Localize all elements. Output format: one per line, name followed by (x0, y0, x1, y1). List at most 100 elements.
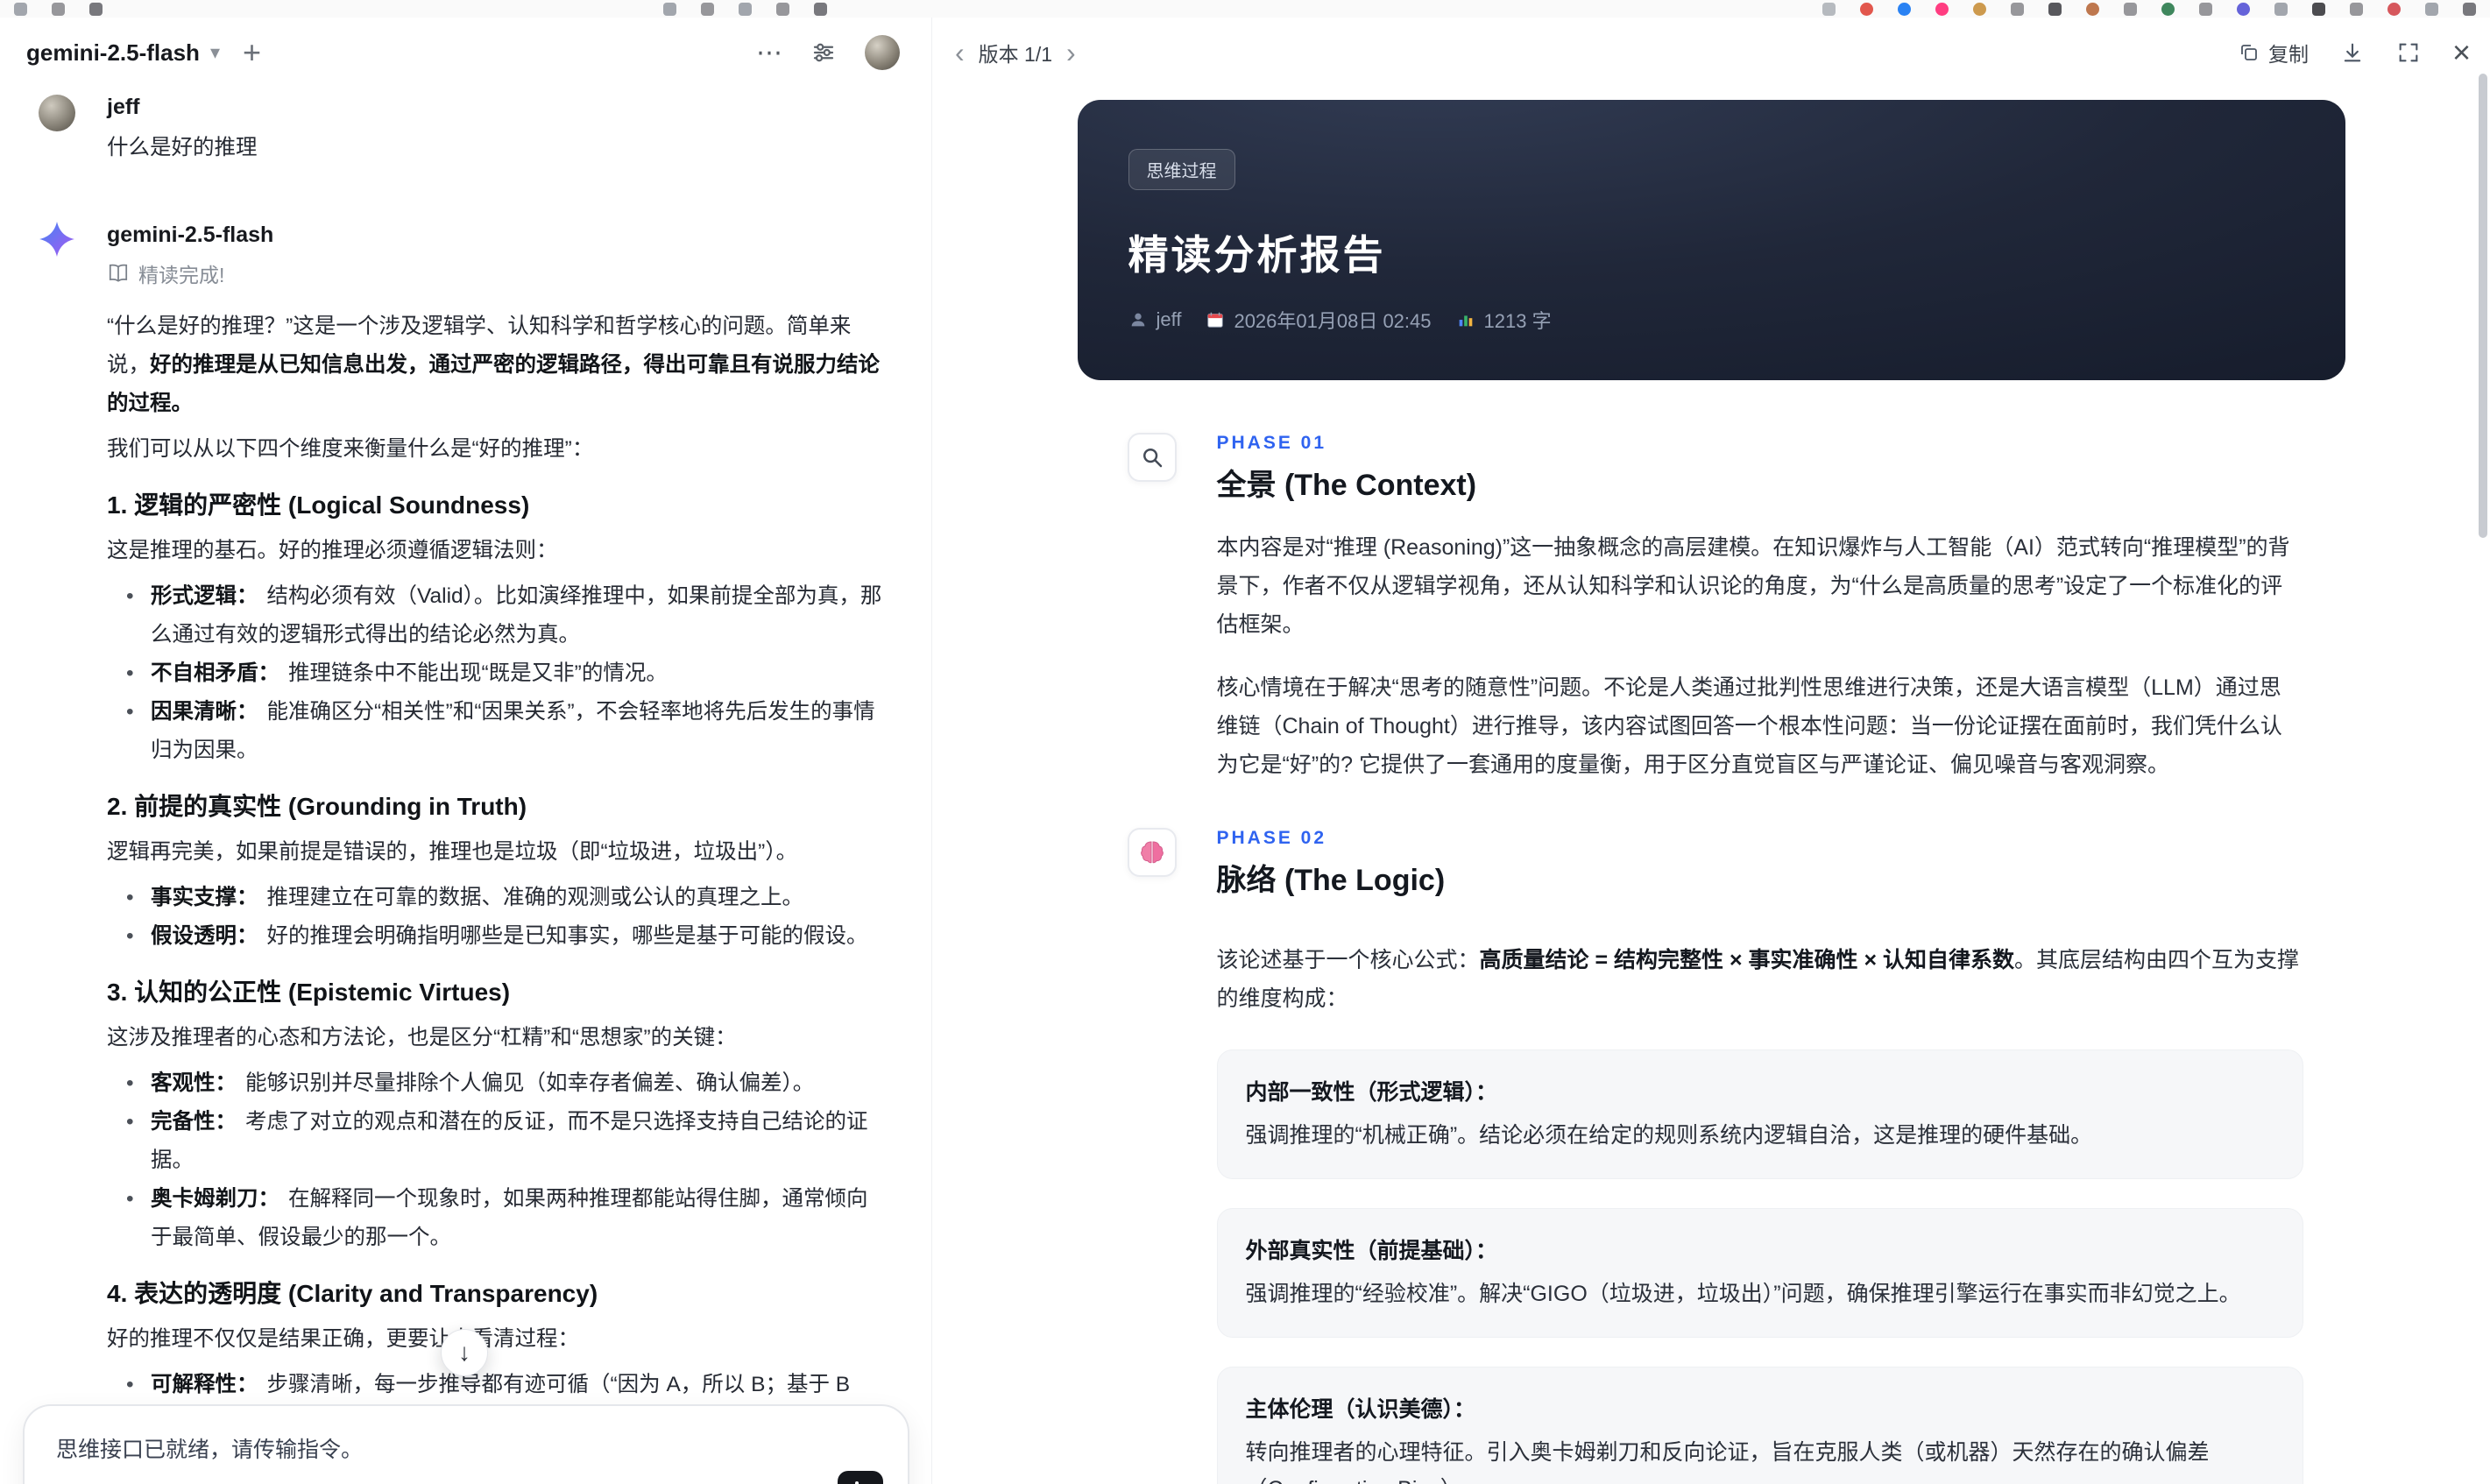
message-composer[interactable]: 思维接口已就绪，请传输指令。 + (23, 1404, 909, 1484)
model-name: gemini-2.5-flash (26, 39, 200, 66)
menubar-status-icon[interactable] (2048, 2, 2062, 16)
meta-word-count: 1213 字 (1456, 306, 1552, 334)
bullet-list: 事实支撑：推理建立在可靠的数据、准确的观测或公认的真理之上。 假设透明：好的推理… (107, 879, 883, 956)
copy-button[interactable]: 复制 (2239, 38, 2309, 67)
menubar-status-icon[interactable] (2425, 2, 2438, 16)
menubar-app-icon[interactable] (739, 2, 752, 16)
menubar-app-icon[interactable] (776, 2, 789, 16)
list-item: 因果清晰：能准确区分“相关性”和“因果关系”，不会轻率地将先后发生的事情归为因果… (107, 693, 883, 770)
user-message: jeff 什么是好的推理 (39, 95, 905, 161)
menubar-status-icon[interactable] (1860, 2, 1873, 16)
search-icon (1142, 449, 1162, 468)
system-menubar (0, 0, 2490, 18)
menubar-status-icon[interactable] (2199, 2, 2212, 16)
book-icon (109, 264, 128, 282)
paragraph: 这是推理的基石。好的推理必须遵循逻辑法则： (107, 539, 558, 562)
report-title: 精读分析报告 (1128, 232, 1386, 278)
menubar-status-icon[interactable] (2387, 2, 2401, 16)
menubar-status-icon[interactable] (1973, 2, 1986, 16)
paragraph: “什么是好的推理？”这是一个涉及逻辑学、认知科学和哲学核心的问题。简单来说，好的… (107, 314, 880, 415)
user-avatar[interactable] (865, 35, 900, 70)
version-label: 版本 1/1 (978, 43, 1053, 66)
dimension-card: 内部一致性（形式逻辑）： 强调推理的“机械正确”。结论必须在给定的规则系统内逻辑… (1216, 1049, 2303, 1179)
report-meta: jeff 2026年01月08日 02:45 1213 字 (1128, 306, 2295, 334)
meta-date: 2026年01月08日 02:45 (1206, 306, 1432, 334)
menubar-status-icon[interactable] (2086, 2, 2099, 16)
download-button[interactable] (2340, 40, 2365, 65)
list-item: 不自相矛盾：推理链条中不能出现“既是又非”的情况。 (107, 654, 883, 693)
menubar-status-icon[interactable] (1898, 2, 1911, 16)
window-scrollbar[interactable] (2479, 74, 2487, 538)
menubar-status-icon[interactable] (2011, 2, 2024, 16)
section-heading: 3. 认知的公正性 (Epistemic Virtues) (107, 979, 511, 1006)
menubar-middle (663, 2, 827, 16)
list-item: 形式逻辑：结构必须有效（Valid）。比如演绎推理中，如果前提全部为真，那么通过… (107, 577, 883, 654)
prev-version-button[interactable]: ‹ (955, 39, 965, 67)
next-version-button[interactable]: › (1066, 39, 1076, 67)
close-button[interactable]: × (2452, 37, 2471, 68)
person-icon (1131, 313, 1144, 327)
menubar-app-icon[interactable] (701, 2, 714, 16)
menubar-app-icon[interactable] (814, 2, 827, 16)
paragraph: 这涉及推理者的心态和方法论，也是区分“杠精”和“思想家”的关键： (107, 1026, 737, 1049)
report-hero: 思维过程 精读分析报告 jeff 2026年01月08日 02:45 1213 … (1077, 100, 2345, 380)
paragraph: 本内容是对“推理 (Reasoning)”这一抽象概念的高层建模。在知识爆炸与人… (1216, 535, 2290, 637)
brain-icon (1140, 841, 1164, 864)
list-item: 奥卡姆剃刀：在解释同一个现象时，如果两种推理都能站得住脚，通常倾向于最简单、假设… (107, 1180, 883, 1257)
menubar-app-icon[interactable] (663, 2, 676, 16)
report-sections: PHASE 01 全景 (The Context) 本内容是对“推理 (Reas… (1078, 433, 2345, 1484)
download-icon (2344, 43, 2361, 62)
phase-2-icon-box (1127, 828, 1177, 877)
paragraph: 逻辑再完美，如果前提是错误的，推理也是垃圾（即“垃圾进，垃圾出”）。 (107, 840, 798, 864)
section-heading: 1. 逻辑的严密性 (Logical Soundness) (107, 491, 530, 519)
voice-input-button[interactable] (838, 1471, 883, 1484)
section-heading: 2. 前提的真实性 (Grounding in Truth) (107, 793, 527, 820)
artifact-content[interactable]: 思维过程 精读分析报告 jeff 2026年01月08日 02:45 1213 … (932, 88, 2490, 1484)
menubar-app-icon[interactable] (52, 2, 65, 16)
menubar-right (1822, 2, 2476, 16)
fullscreen-button[interactable] (2396, 40, 2421, 65)
menubar-status-icon[interactable] (2463, 2, 2476, 16)
menubar-app-icon[interactable] (14, 2, 27, 16)
bullet-list: 客观性：能够识别并尽量排除个人偏见（如幸存者偏差、确认偏差）。 完备性：考虑了对… (107, 1064, 883, 1257)
artifact-toolbar: ‹ 版本 1/1 › 复制 × (932, 18, 2490, 88)
copy-icon (2241, 45, 2257, 60)
user-message-text: 什么是好的推理 (107, 136, 258, 159)
menubar-app-icon[interactable] (89, 2, 103, 16)
user-message-avatar (39, 95, 75, 131)
new-chat-button[interactable]: + (243, 37, 261, 68)
tune-settings-button[interactable] (810, 39, 837, 66)
menubar-status-icon[interactable] (2161, 2, 2175, 16)
menubar-status-icon[interactable] (2350, 2, 2363, 16)
chat-header: gemini-2.5-flash ▾ + ⋯ (0, 18, 931, 88)
assistant-message-sender: gemini-2.5-flash (107, 223, 274, 247)
assistant-status-text: 精读完成! (138, 264, 225, 286)
phase-title: 脉络 (The Logic) (1216, 864, 1446, 897)
menubar-status-icon[interactable] (2124, 2, 2137, 16)
list-item: 客观性：能够识别并尽量排除个人偏见（如幸存者偏差、确认偏差）。 (107, 1064, 883, 1103)
more-options-button[interactable]: ⋯ (756, 38, 782, 68)
menubar-status-icon[interactable] (1935, 2, 1949, 16)
chat-panel: gemini-2.5-flash ▾ + ⋯ jeff 什么是好的推理 gemi… (0, 18, 932, 1484)
menubar-status-icon[interactable] (2237, 2, 2250, 16)
scroll-to-bottom-button[interactable]: ↓ (441, 1329, 488, 1376)
menubar-status-icon[interactable] (1822, 2, 1836, 16)
version-navigator: ‹ 版本 1/1 › (955, 38, 1076, 67)
report-badge: 思维过程 (1128, 149, 1235, 190)
section-heading: 4. 表达的透明度 (Clarity and Transparency) (107, 1280, 598, 1307)
model-selector[interactable]: gemini-2.5-flash ▾ (26, 39, 220, 67)
assistant-status-line: 精读完成! (107, 258, 905, 288)
bullet-list: 可解释性：步骤清晰，每一步推导都有迹可循（“因为 A，所以 B；基于 B (107, 1366, 883, 1404)
phase-title: 全景 (The Context) (1216, 469, 1477, 502)
tune-icon (813, 43, 834, 62)
list-item: 可解释性：步骤清晰，每一步推导都有迹可循（“因为 A，所以 B；基于 B (107, 1366, 883, 1404)
menubar-status-icon[interactable] (2274, 2, 2288, 16)
paragraph: 我们可以从以下四个维度来衡量什么是“好的推理”： (107, 437, 594, 461)
bar-chart-icon (1459, 315, 1472, 327)
artifact-panel: ‹ 版本 1/1 › 复制 × 思维过程 精读分析报告 jeff 2026年01… (932, 18, 2490, 1484)
phase-section-2: PHASE 02 脉络 (The Logic) 该论述基于一个核心公式：高质量结… (1078, 828, 2345, 1484)
chat-message-list[interactable]: jeff 什么是好的推理 gemini-2.5-flash 精读完成! “什么是… (0, 88, 931, 1484)
phase-label: PHASE 02 (1216, 828, 1327, 848)
app-window: gemini-2.5-flash ▾ + ⋯ jeff 什么是好的推理 gemi… (0, 0, 2490, 1484)
menubar-status-icon[interactable] (2312, 2, 2325, 16)
